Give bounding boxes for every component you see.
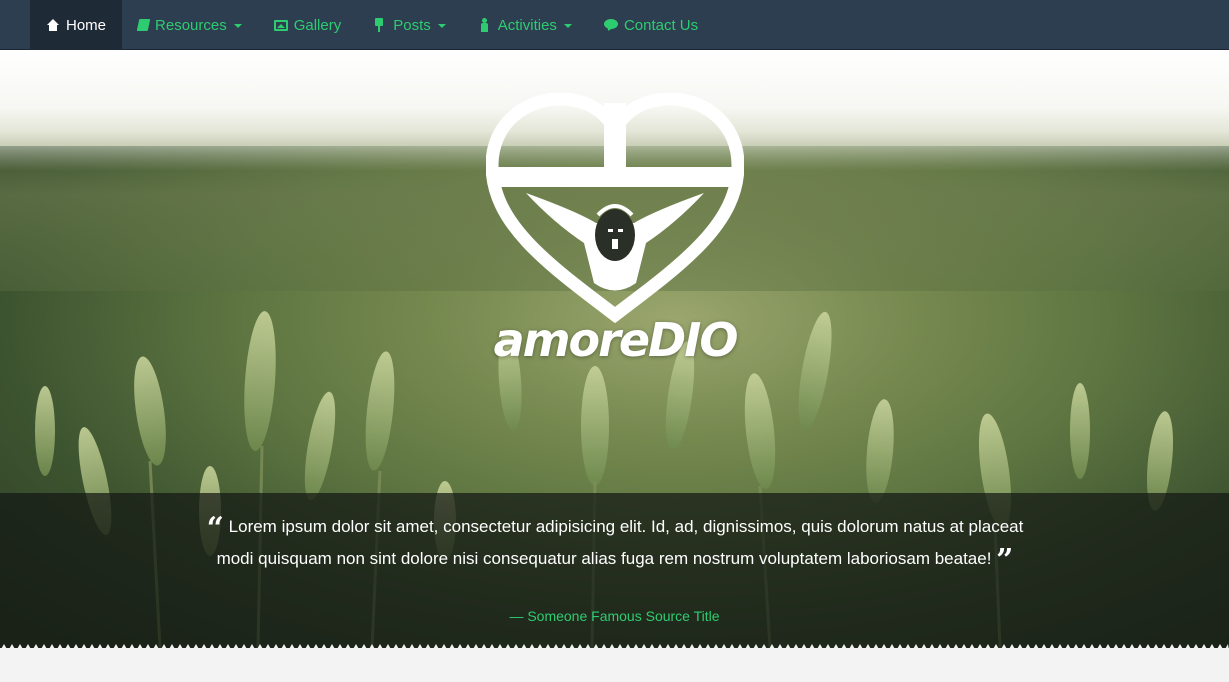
pin-icon xyxy=(373,18,387,32)
quote-box: “ Lorem ipsum dolor sit amet, consectetu… xyxy=(0,493,1229,648)
nav-item-label: Activities xyxy=(497,16,557,34)
home-icon xyxy=(46,18,60,32)
nav-item-home[interactable]: Home xyxy=(30,0,123,50)
nav-item-posts[interactable]: Posts xyxy=(357,0,462,50)
chat-icon xyxy=(603,18,618,32)
quote-text-wrapper: “ Lorem ipsum dolor sit amet, consectetu… xyxy=(205,511,1025,578)
nav-item-label: Posts xyxy=(393,16,431,34)
book-icon xyxy=(136,19,151,31)
brand-logo-text: amoreDIO xyxy=(493,313,739,367)
nav-item-label: Gallery xyxy=(293,16,342,34)
nav-item-label: Resources xyxy=(155,16,227,34)
logo-heart-cross-icon xyxy=(486,93,744,323)
caret-down-icon xyxy=(563,24,572,28)
nav-item-resources[interactable]: Resources xyxy=(122,0,258,50)
person-icon xyxy=(478,18,492,32)
quote-open-icon: “ xyxy=(206,511,224,546)
quote-source: — Someone Famous Source Title xyxy=(509,608,720,624)
nav-item-label: Contact Us xyxy=(623,16,699,34)
page-content-background xyxy=(0,648,1229,682)
top-navbar: Home Resources Gallery Posts Activities … xyxy=(0,0,1229,50)
caret-down-icon xyxy=(437,24,446,28)
quote-close-icon: ” xyxy=(996,543,1014,578)
nav-item-contact[interactable]: Contact Us xyxy=(588,0,714,50)
picture-icon xyxy=(273,19,288,31)
caret-down-icon xyxy=(233,24,242,28)
nav-item-gallery[interactable]: Gallery xyxy=(258,0,358,50)
hero-banner: amoreDIO “ Lorem ipsum dolor sit amet, c… xyxy=(0,51,1229,648)
nav-item-label: Home xyxy=(66,16,107,34)
nav-item-activities[interactable]: Activities xyxy=(462,0,588,50)
nav-list: Home Resources Gallery Posts Activities … xyxy=(30,0,714,50)
quote-text: Lorem ipsum dolor sit amet, consectetur … xyxy=(216,517,1024,568)
